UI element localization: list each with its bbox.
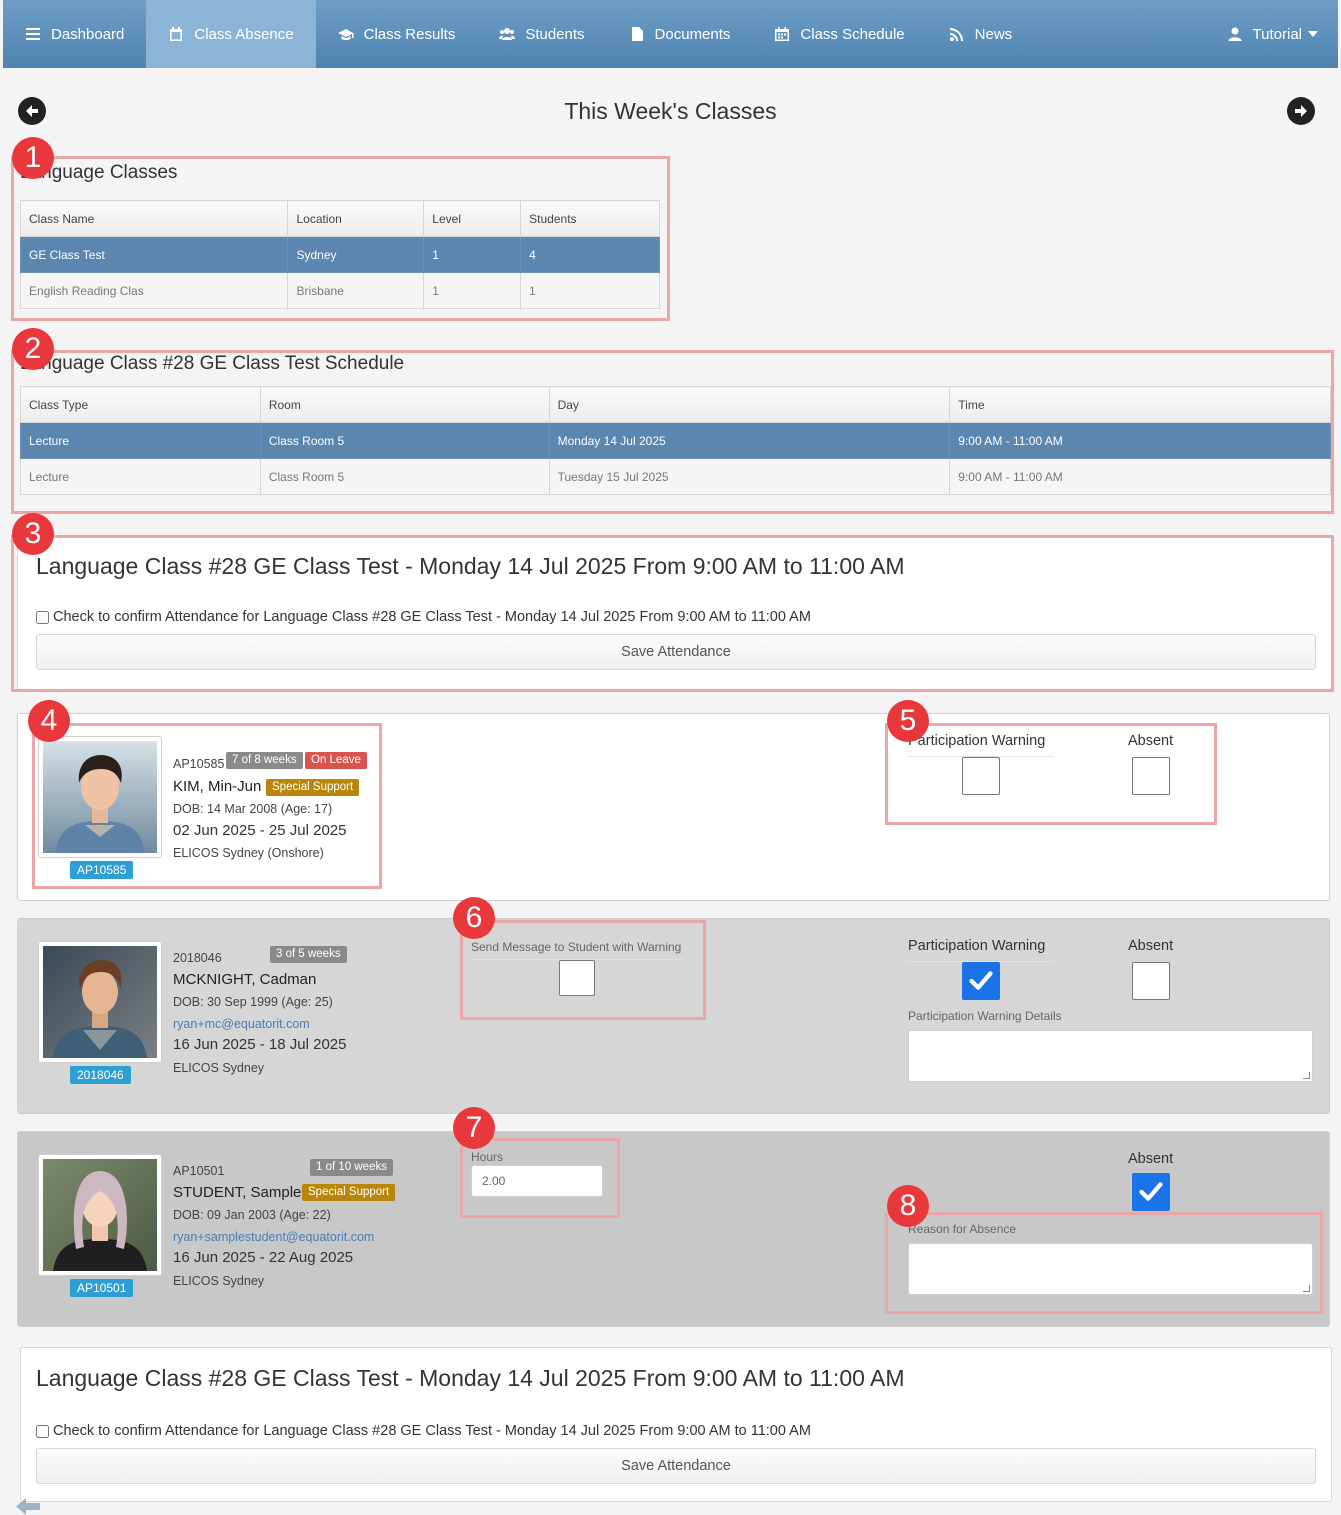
highlight-box [32, 723, 382, 889]
enrolment-dates: 16 Jun 2025 - 22 Aug 2025 [173, 1249, 354, 1266]
student-id: AP10501 [173, 1164, 225, 1178]
next-week-button[interactable] [1287, 97, 1315, 125]
student-email-link[interactable]: ryan+mc@equatorit.com [173, 1017, 310, 1031]
step-marker: 1 [12, 137, 54, 179]
checkmark-icon [1139, 1182, 1163, 1201]
chevron-down-icon [1308, 31, 1318, 37]
highlight-box [11, 156, 670, 321]
confirm-attendance-checkbox[interactable] [36, 1424, 49, 1438]
nav-label: Class Absence [194, 25, 294, 43]
absent-checkbox[interactable] [1132, 962, 1170, 1000]
participation-warning-details-label: Participation Warning Details [908, 1009, 1062, 1023]
step-marker: 7 [453, 1107, 495, 1149]
nav-documents[interactable]: Documents [607, 0, 753, 68]
step-marker: 5 [887, 700, 929, 742]
student-campus: ELICOS Sydney [173, 1274, 265, 1288]
nav-label: Documents [654, 25, 731, 43]
student-id-badge[interactable]: AP10501 [70, 1279, 134, 1297]
highlight-box [460, 920, 706, 1020]
nav-class-results[interactable]: Class Results [316, 0, 478, 68]
absent-checkbox[interactable] [1132, 1173, 1170, 1211]
step-marker: 2 [12, 328, 54, 370]
nav-class-schedule[interactable]: Class Schedule [752, 0, 926, 68]
absent-label: Absent [1128, 1151, 1174, 1167]
nav-label: Students [525, 25, 585, 43]
users-icon [499, 28, 516, 40]
page-title: This Week's Classes [564, 98, 777, 124]
student-id: 2018046 [173, 951, 222, 965]
student-photo [38, 1154, 162, 1276]
weeks-badge: 1 of 10 weeks [310, 1159, 393, 1176]
attendance-panel-bottom: Language Class #28 GE Class Test - Monda… [20, 1347, 1332, 1502]
participation-warning-label: Participation Warning [908, 938, 1046, 954]
student-name[interactable]: MCKNIGHT, Cadman [173, 971, 316, 988]
save-attendance-button[interactable]: Save Attendance [36, 1448, 1316, 1484]
graduation-cap-icon [337, 29, 354, 41]
highlight-box [460, 1138, 620, 1218]
dashboard-icon [26, 28, 40, 40]
student-dob: DOB: 09 Jan 2003 (Age: 22) [173, 1208, 331, 1222]
step-marker: 8 [887, 1185, 929, 1227]
special-support-badge: Special Support [302, 1184, 396, 1201]
calendar-grid-icon [775, 27, 790, 41]
document-icon [631, 27, 643, 41]
participation-warning-details-textarea[interactable] [908, 1030, 1313, 1082]
highlight-box [885, 1212, 1323, 1314]
user-menu[interactable]: Tutorial [1205, 0, 1338, 68]
student-name[interactable]: STUDENT, Sample [173, 1184, 301, 1201]
student-email-link[interactable]: ryan+samplestudent@equatorit.com [173, 1230, 374, 1244]
student-photo [38, 941, 162, 1063]
highlight-box [885, 723, 1217, 825]
student-dob: DOB: 30 Sep 1999 (Age: 25) [173, 995, 333, 1009]
nav-label: News [974, 25, 1013, 43]
enrolment-dates: 16 Jun 2025 - 18 Jul 2025 [173, 1036, 347, 1053]
user-icon [1228, 27, 1242, 41]
nav-news[interactable]: News [927, 0, 1035, 68]
top-navbar: Dashboard Class Absence Class Results St… [3, 0, 1338, 68]
absent-label: Absent [1128, 938, 1174, 954]
user-name: Tutorial [1252, 25, 1302, 43]
arrow-right-icon [1295, 105, 1307, 117]
weeks-badge: 3 of 5 weeks [270, 946, 347, 963]
nav-students[interactable]: Students [477, 0, 606, 68]
step-marker: 6 [453, 897, 495, 939]
nav-dashboard[interactable]: Dashboard [3, 0, 146, 68]
highlight-box [11, 535, 1334, 692]
rss-icon [949, 28, 963, 41]
step-marker: 3 [12, 513, 54, 555]
back-arrow-icon[interactable] [16, 1498, 40, 1515]
student-portrait-image [43, 1159, 157, 1271]
student-campus: ELICOS Sydney [173, 1061, 265, 1075]
nav-label: Class Results [363, 25, 456, 43]
student-portrait-image [43, 946, 157, 1058]
student-id-badge[interactable]: 2018046 [70, 1066, 131, 1084]
attendance-heading: Language Class #28 GE Class Test - Monda… [36, 1365, 905, 1391]
calendar-icon [170, 27, 183, 41]
nav-class-absence[interactable]: Class Absence [146, 0, 316, 68]
participation-warning-checkbox[interactable] [962, 962, 1000, 1000]
highlight-box [11, 350, 1334, 514]
step-marker: 4 [28, 700, 70, 742]
confirm-attendance-label: Check to confirm Attendance for Language… [53, 1423, 811, 1439]
nav-label: Class Schedule [800, 25, 905, 43]
confirm-attendance-row[interactable]: Check to confirm Attendance for Language… [36, 1423, 811, 1439]
nav-label: Dashboard [51, 25, 125, 43]
checkmark-icon [969, 971, 993, 990]
